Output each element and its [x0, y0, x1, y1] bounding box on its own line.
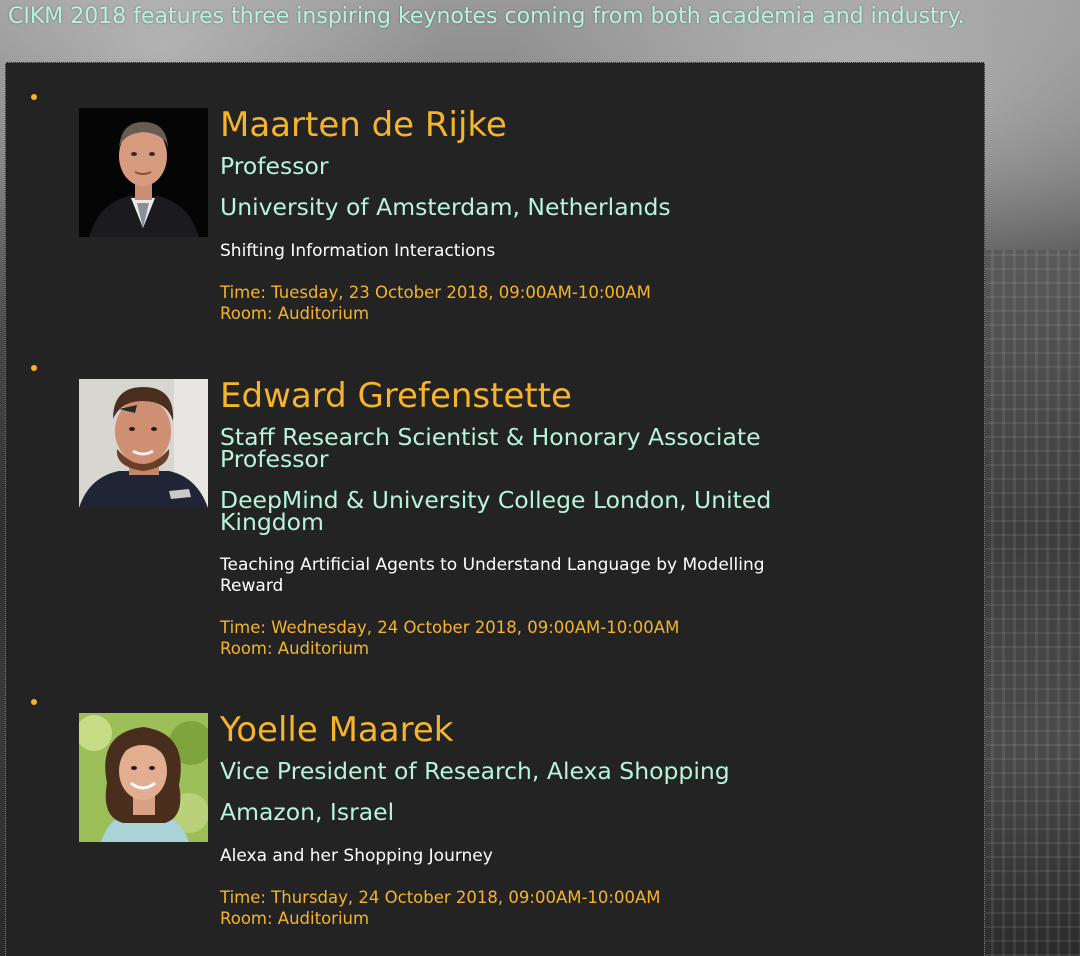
speaker-details: Edward Grefenstette Staff Research Scien… [220, 376, 820, 659]
list-bullet [31, 365, 37, 371]
talk-time: Time: Wednesday, 24 October 2018, 09:00A… [220, 618, 680, 637]
talk-time: Time: Thursday, 24 October 2018, 09:00AM… [220, 888, 661, 907]
keynotes-panel: Maarten de Rijke Professor University of… [5, 62, 985, 956]
speaker-details: Maarten de Rijke Professor University of… [220, 105, 820, 324]
speaker-affiliation: University of Amsterdam, Netherlands [220, 193, 671, 221]
speaker-name: Yoelle Maarek [220, 710, 454, 750]
keynotes-intro: CIKM 2018 features three inspiring keyno… [8, 4, 965, 29]
speaker-details: Yoelle Maarek Vice President of Research… [220, 710, 820, 929]
speaker-photo [79, 379, 208, 508]
list-bullet [31, 94, 37, 100]
talk-title: Teaching Artificial Agents to Understand… [220, 555, 765, 596]
list-bullet [31, 699, 37, 705]
speaker-role: Professor [220, 152, 329, 180]
speaker-name: Edward Grefenstette [220, 376, 572, 416]
speaker-affiliation: DeepMind & University College London, Un… [220, 486, 772, 536]
city-background [980, 250, 1080, 956]
talk-time: Time: Tuesday, 23 October 2018, 09:00AM-… [220, 283, 651, 302]
speaker-role: Vice President of Research, Alexa Shoppi… [220, 757, 730, 785]
talk-room: Room: Auditorium [220, 909, 370, 928]
speaker-photo [79, 108, 208, 237]
speaker-affiliation: Amazon, Israel [220, 798, 395, 826]
talk-room: Room: Auditorium [220, 304, 370, 323]
talk-room: Room: Auditorium [220, 639, 370, 658]
talk-title: Alexa and her Shopping Journey [220, 846, 493, 866]
talk-title: Shifting Information Interactions [220, 241, 496, 261]
speaker-name: Maarten de Rijke [220, 105, 507, 145]
speaker-photo [79, 713, 208, 842]
speaker-role: Staff Research Scientist & Honorary Asso… [220, 423, 761, 473]
